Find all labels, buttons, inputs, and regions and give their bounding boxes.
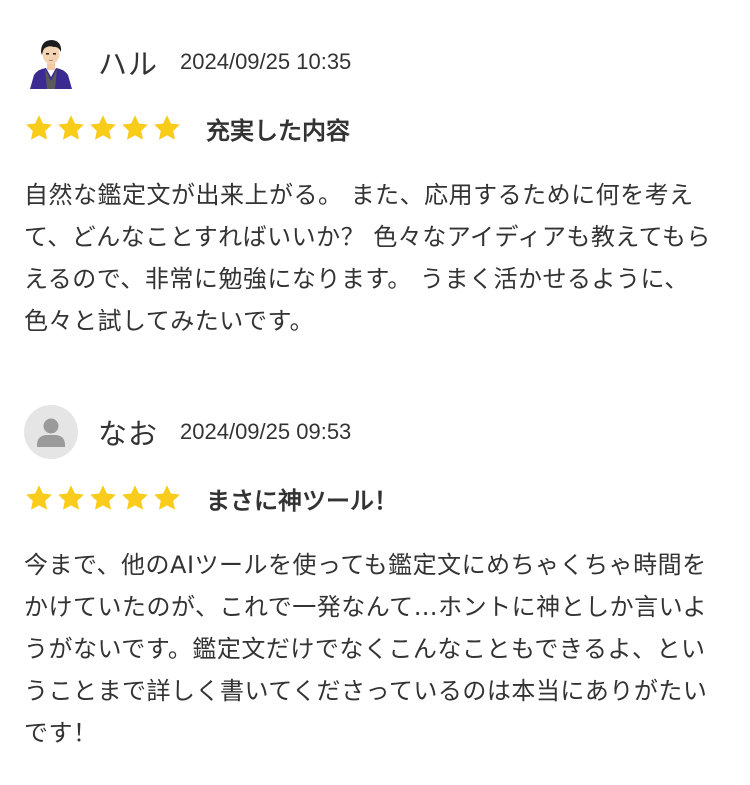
review-body: 自然な鑑定文が出来上がる。 また、応用するために何を考えて、どんなことすればいい… xyxy=(24,181,711,335)
review-title: 充実した内容 xyxy=(206,116,350,145)
star-icon xyxy=(122,485,148,510)
user-avatar[interactable] xyxy=(24,405,78,459)
star-icon xyxy=(26,485,52,510)
rating-row: 充実した内容 xyxy=(24,108,726,148)
username: ハル xyxy=(98,47,159,81)
star-icon xyxy=(90,485,116,510)
user-photo-avatar-icon xyxy=(30,40,72,89)
review-title: まさに神ツール！ xyxy=(206,486,398,515)
review-timestamp: 2024/09/25 10:35 xyxy=(180,49,352,74)
star-icon xyxy=(58,115,84,140)
star-icon xyxy=(90,115,116,140)
rating-row: まさに神ツール！ xyxy=(24,478,726,518)
star-icon xyxy=(122,115,148,140)
review-item: ハル 2024/09/25 10:35 充実した内容 自然な鑑定文が出来上がる。… xyxy=(24,34,726,342)
star-icon xyxy=(26,115,52,140)
star-icon xyxy=(154,485,180,510)
review-timestamp: 2024/09/25 09:53 xyxy=(180,419,352,444)
review-body: 今まで、他のAIツールを使っても鑑定文にめちゃくちゃ時間をかけていたのが、これで… xyxy=(24,551,708,747)
star-icon xyxy=(58,485,84,510)
review-header: なお 2024/09/25 09:53 xyxy=(24,404,726,460)
review-header: ハル 2024/09/25 10:35 xyxy=(24,34,726,90)
star-icon xyxy=(154,115,180,140)
username: なお xyxy=(98,417,159,451)
review-item: なお 2024/09/25 09:53 まさに神ツール！ 今まで、他のAIツール… xyxy=(24,404,726,754)
default-user-icon xyxy=(37,418,65,447)
user-avatar[interactable] xyxy=(24,35,78,89)
star-rating xyxy=(24,483,182,513)
star-rating xyxy=(24,113,182,143)
